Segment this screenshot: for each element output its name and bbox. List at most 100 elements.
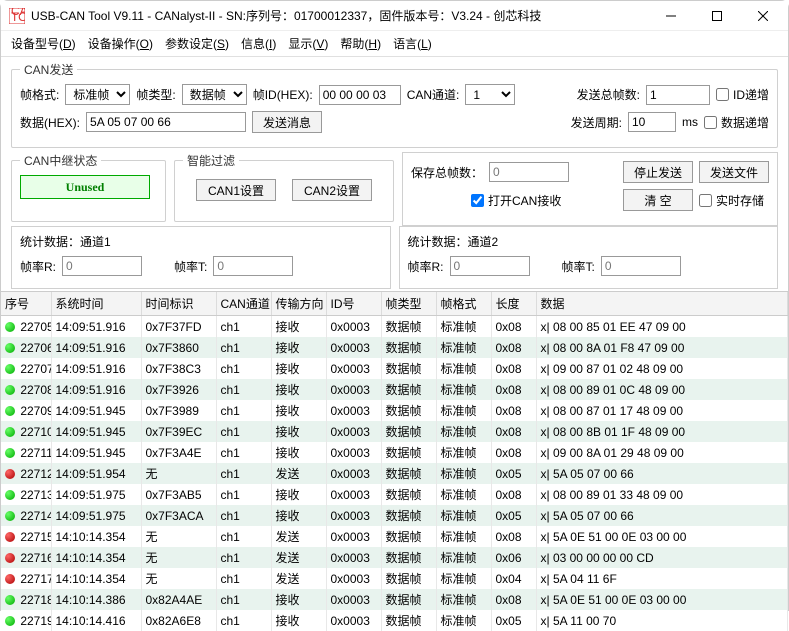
table-row[interactable]: 2271714:10:14.354无ch1发送0x0003数据帧标准帧0x04x… <box>1 568 788 589</box>
table-row[interactable]: 2271214:09:51.954无ch1发送0x0003数据帧标准帧0x05x… <box>1 463 788 484</box>
column-header[interactable]: CAN通道 <box>216 292 271 316</box>
send-period-input[interactable] <box>628 112 676 132</box>
cell: 数据帧 <box>381 589 436 610</box>
table-row[interactable]: 2270814:09:51.9160x7F3926ch1接收0x0003数据帧标… <box>1 379 788 400</box>
column-header[interactable]: ID号 <box>326 292 381 316</box>
cell: 标准帧 <box>436 442 491 463</box>
cell: 0x0003 <box>326 463 381 484</box>
cell: x| 5A 05 07 00 66 <box>536 505 788 526</box>
cell: 标准帧 <box>436 547 491 568</box>
table-row[interactable]: 2271414:09:51.9750x7F3ACAch1接收0x0003数据帧标… <box>1 505 788 526</box>
column-header[interactable]: 传输方向 <box>271 292 326 316</box>
frame-id-input[interactable] <box>319 85 401 105</box>
cell: 22718 <box>1 589 51 610</box>
cell: 无 <box>141 526 216 547</box>
cell: 0x0003 <box>326 568 381 589</box>
table-row[interactable]: 2271814:10:14.3860x82A4AEch1接收0x0003数据帧标… <box>1 589 788 610</box>
data-increment-checkbox[interactable]: 数据递增 <box>704 114 769 131</box>
cell: ch1 <box>216 610 271 631</box>
cell: ch1 <box>216 400 271 421</box>
send-message-button[interactable]: 发送消息 <box>252 111 322 133</box>
cell: 0x7F3ACA <box>141 505 216 526</box>
cell: x| 08 00 87 01 17 48 09 00 <box>536 400 788 421</box>
frame-id-label: 帧ID(HEX): <box>253 86 313 103</box>
column-header[interactable]: 帧类型 <box>381 292 436 316</box>
cell: 0x82A4AE <box>141 589 216 610</box>
cell: 数据帧 <box>381 526 436 547</box>
cell: 接收 <box>271 337 326 358</box>
column-header[interactable]: 长度 <box>491 292 536 316</box>
minimize-button[interactable] <box>648 1 694 31</box>
realtime-save-checkbox[interactable]: 实时存储 <box>699 192 769 209</box>
column-header[interactable]: 数据 <box>536 292 788 316</box>
clear-button[interactable]: 清 空 <box>623 189 693 211</box>
cell: x| 5A 04 11 6F <box>536 568 788 589</box>
table-row[interactable]: 2270714:09:51.9160x7F38C3ch1接收0x0003数据帧标… <box>1 358 788 379</box>
cell: x| 08 00 8A 01 F8 47 09 00 <box>536 337 788 358</box>
frame-type-select[interactable]: 数据帧 <box>182 84 247 105</box>
can-channel-label: CAN通道: <box>407 86 460 103</box>
cell: 标准帧 <box>436 379 491 400</box>
can-send-legend: CAN发送 <box>20 61 77 78</box>
table-row[interactable]: 2271914:10:14.4160x82A6E8ch1接收0x0003数据帧标… <box>1 610 788 631</box>
stop-send-button[interactable]: 停止发送 <box>623 161 693 183</box>
rate-t-label-2: 帧率T: <box>562 258 595 275</box>
cell: 0x08 <box>491 358 536 379</box>
cell: 数据帧 <box>381 337 436 358</box>
frame-format-select[interactable]: 标准帧 <box>65 84 130 105</box>
stats-channel-1: 统计数据：通道1 帧率R: 帧率T: <box>11 226 391 289</box>
menu-item[interactable]: 设备操作(O) <box>88 33 153 54</box>
cell: 0x08 <box>491 442 536 463</box>
cell: 0x05 <box>491 610 536 631</box>
column-header[interactable]: 系统时间 <box>51 292 141 316</box>
cell: 22715 <box>1 526 51 547</box>
menu-item[interactable]: 信息(I) <box>241 33 276 54</box>
data-hex-input[interactable] <box>86 112 246 132</box>
menu-item[interactable]: 参数设定(S) <box>165 33 229 54</box>
column-header[interactable]: 序号 <box>1 292 51 316</box>
svg-text:TOOL: TOOL <box>11 10 25 24</box>
menu-item[interactable]: 设备型号(D) <box>11 33 76 54</box>
menu-item[interactable]: 语言(L) <box>393 33 432 54</box>
table-row[interactable]: 2271314:09:51.9750x7F3AB5ch1接收0x0003数据帧标… <box>1 484 788 505</box>
can2-settings-button[interactable]: CAN2设置 <box>292 179 372 201</box>
send-file-button[interactable]: 发送文件 <box>699 161 769 183</box>
cell: ch1 <box>216 484 271 505</box>
table-row[interactable]: 2270614:09:51.9160x7F3860ch1接收0x0003数据帧标… <box>1 337 788 358</box>
relay-status-group: CAN中继状态 Unused <box>11 152 166 222</box>
table-row[interactable]: 2270514:09:51.9160x7F37FDch1接收0x0003数据帧标… <box>1 316 788 338</box>
close-button[interactable] <box>740 1 786 31</box>
menu-item[interactable]: 显示(V) <box>288 33 328 54</box>
maximize-button[interactable] <box>694 1 740 31</box>
table-row[interactable]: 2271614:10:14.354无ch1发送0x0003数据帧标准帧0x06x… <box>1 547 788 568</box>
cell: 0x04 <box>491 568 536 589</box>
cell: ch1 <box>216 589 271 610</box>
relay-unused-button[interactable]: Unused <box>20 175 150 199</box>
cell: 14:10:14.416 <box>51 610 141 631</box>
cell: 0x7F3860 <box>141 337 216 358</box>
cell: 0x08 <box>491 316 536 338</box>
cell: ch1 <box>216 379 271 400</box>
table-row[interactable]: 2271114:09:51.9450x7F3A4Ech1接收0x0003数据帧标… <box>1 442 788 463</box>
cell: 14:09:51.916 <box>51 337 141 358</box>
cell: 14:09:51.954 <box>51 463 141 484</box>
table-row[interactable]: 2271514:10:14.354无ch1发送0x0003数据帧标准帧0x08x… <box>1 526 788 547</box>
table-row[interactable]: 2270914:09:51.9450x7F3989ch1接收0x0003数据帧标… <box>1 400 788 421</box>
cell: 0x7F3AB5 <box>141 484 216 505</box>
open-receive-checkbox[interactable]: 打开CAN接收 <box>471 192 561 209</box>
cell: 接收 <box>271 358 326 379</box>
column-header[interactable]: 帧格式 <box>436 292 491 316</box>
cell: 0x08 <box>491 421 536 442</box>
cell: x| 08 00 89 01 33 48 09 00 <box>536 484 788 505</box>
menu-item[interactable]: 帮助(H) <box>340 33 381 54</box>
table-row[interactable]: 2271014:09:51.9450x7F39ECch1接收0x0003数据帧标… <box>1 421 788 442</box>
can1-settings-button[interactable]: CAN1设置 <box>196 179 276 201</box>
can-channel-select[interactable]: 1 <box>465 84 515 105</box>
cell: 22712 <box>1 463 51 484</box>
column-header[interactable]: 时间标识 <box>141 292 216 316</box>
cell: 14:09:51.975 <box>51 505 141 526</box>
data-hex-label: 数据(HEX): <box>20 114 80 131</box>
titlebar: CANTOOL USB-CAN Tool V9.11 - CANalyst-II… <box>1 1 788 31</box>
total-send-input[interactable] <box>646 85 710 105</box>
id-increment-checkbox[interactable]: ID递增 <box>716 86 769 103</box>
